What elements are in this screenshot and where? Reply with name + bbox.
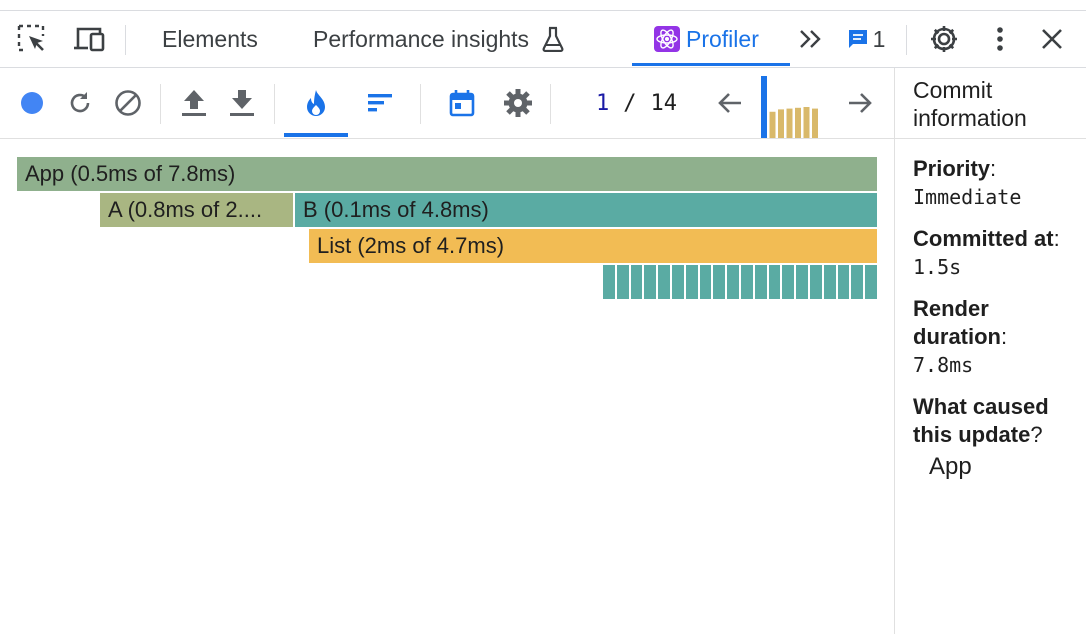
tab-profiler[interactable]: Profiler [654, 11, 759, 67]
sidebar-title: Commit information [895, 68, 1086, 139]
committed-at-value: 1.5s [913, 255, 962, 279]
tab-profiler-label: Profiler [686, 25, 759, 52]
next-commit-arrow-icon[interactable] [840, 68, 880, 138]
close-icon[interactable] [1036, 11, 1068, 67]
flame-frame-app-label: App (0.5ms of 7.8ms) [25, 161, 236, 186]
more-tabs-chevron-icon[interactable] [796, 11, 826, 67]
commit-bar[interactable] [795, 107, 801, 138]
commit-bar[interactable] [803, 107, 810, 138]
flame-frame-list[interactable]: List (2ms of 4.7ms) [309, 229, 877, 263]
commit-bar[interactable] [812, 108, 818, 138]
flame-list-item[interactable] [699, 265, 712, 299]
react-logo-icon [654, 26, 680, 52]
active-tab-indicator [632, 63, 790, 66]
flamegraph: App (0.5ms of 7.8ms) A (0.8ms of 2.... B… [0, 140, 894, 634]
flame-list-item[interactable] [603, 265, 615, 299]
flame-list-item[interactable] [754, 265, 767, 299]
commit-bar[interactable] [761, 76, 767, 138]
flame-frame-a[interactable]: A (0.8ms of 2.... [100, 193, 293, 227]
update-cause-row: What caused this update? App [913, 393, 1086, 481]
messages-button[interactable]: 1 [842, 11, 890, 67]
profiler-toolbar: 1 / 14 [0, 68, 894, 139]
tab-performance-insights-label: Performance insights [313, 25, 530, 52]
flame-frame-b[interactable]: B (0.1ms of 4.8ms) [295, 193, 877, 227]
commit-bar-chart[interactable] [761, 76, 821, 138]
flame-list-item[interactable] [658, 265, 670, 299]
render-duration-label: Render duration [913, 296, 1001, 349]
messages-count: 1 [872, 25, 886, 52]
flame-list-item[interactable] [644, 265, 657, 299]
active-view-indicator [284, 133, 348, 137]
flame-list-item[interactable] [727, 265, 739, 299]
flame-list-item[interactable] [851, 265, 864, 299]
priority-row: Priority: Immediate [913, 156, 1022, 209]
flame-list-items [603, 265, 877, 299]
ranked-view-icon[interactable] [360, 68, 400, 138]
inspect-element-icon[interactable] [14, 11, 50, 67]
commit-bar[interactable] [778, 109, 784, 138]
settings-gear-icon[interactable] [924, 11, 964, 67]
commit-info-sidebar: Commit information Priority: Immediate C… [894, 68, 1086, 634]
flame-list-item[interactable] [837, 265, 850, 299]
render-duration-row: Render duration: 7.8ms [913, 296, 1008, 377]
commit-separator: / [623, 90, 637, 116]
priority-value: Immediate [913, 185, 1022, 209]
more-options-icon[interactable] [988, 11, 1012, 67]
commit-total: 14 [650, 90, 678, 116]
flame-list-item[interactable] [782, 265, 795, 299]
commit-current: 1 [596, 90, 610, 116]
message-icon [847, 28, 869, 50]
flamegraph-view-icon[interactable] [296, 68, 336, 138]
toolbar-separator [274, 84, 275, 124]
priority-label: Priority [913, 156, 991, 181]
flame-frame-a-label: A (0.8ms of 2.... [108, 197, 263, 222]
reload-and-profile-icon[interactable] [60, 68, 100, 138]
flame-list-item[interactable] [672, 265, 684, 299]
flame-list-item[interactable] [796, 265, 808, 299]
timeline-calendar-icon[interactable] [442, 68, 482, 138]
committed-at-row: Committed at: 1.5s [913, 226, 1060, 279]
flame-list-item[interactable] [741, 265, 753, 299]
render-duration-value: 7.8ms [913, 353, 974, 377]
save-profile-icon[interactable] [222, 68, 262, 138]
commit-bar[interactable] [786, 108, 793, 138]
flame-list-item[interactable] [713, 265, 726, 299]
toolbar-separator [550, 84, 551, 124]
flame-list-item[interactable] [768, 265, 781, 299]
tabbar-separator [906, 25, 907, 55]
clear-profiling-data-icon[interactable] [108, 68, 148, 138]
flame-list-item[interactable] [630, 265, 643, 299]
flame-list-item[interactable] [810, 265, 822, 299]
tab-elements[interactable]: Elements [162, 11, 258, 67]
profiler-settings-gear-icon[interactable] [498, 68, 538, 138]
flame-list-item[interactable] [685, 265, 698, 299]
load-profile-icon[interactable] [174, 68, 214, 138]
flame-list-item[interactable] [823, 265, 836, 299]
previous-commit-arrow-icon[interactable] [710, 68, 750, 138]
tab-performance-insights[interactable]: Performance insights [313, 11, 565, 67]
record-button[interactable] [12, 68, 52, 138]
tab-elements-label: Elements [162, 25, 258, 52]
flask-icon [541, 26, 565, 52]
toolbar-separator [420, 84, 421, 124]
flame-list-item[interactable] [865, 265, 877, 299]
toolbar-separator [160, 84, 161, 124]
commit-bar[interactable] [769, 111, 776, 138]
flame-frame-b-label: B (0.1ms of 4.8ms) [303, 197, 489, 222]
device-toolbar-icon[interactable] [70, 11, 108, 67]
flame-list-item[interactable] [616, 265, 629, 299]
committed-at-label: Committed at [913, 226, 1054, 251]
update-cause-value[interactable]: App [913, 453, 1086, 481]
update-cause-label: What caused this update [913, 394, 1049, 447]
commit-counter: 1 / 14 [596, 68, 677, 138]
flame-frame-app[interactable]: App (0.5ms of 7.8ms) [17, 157, 877, 191]
tabbar-separator [125, 25, 126, 55]
flame-frame-list-label: List (2ms of 4.7ms) [317, 233, 505, 258]
devtools-tabbar: Elements Performance insights Profiler 1 [0, 10, 1086, 68]
